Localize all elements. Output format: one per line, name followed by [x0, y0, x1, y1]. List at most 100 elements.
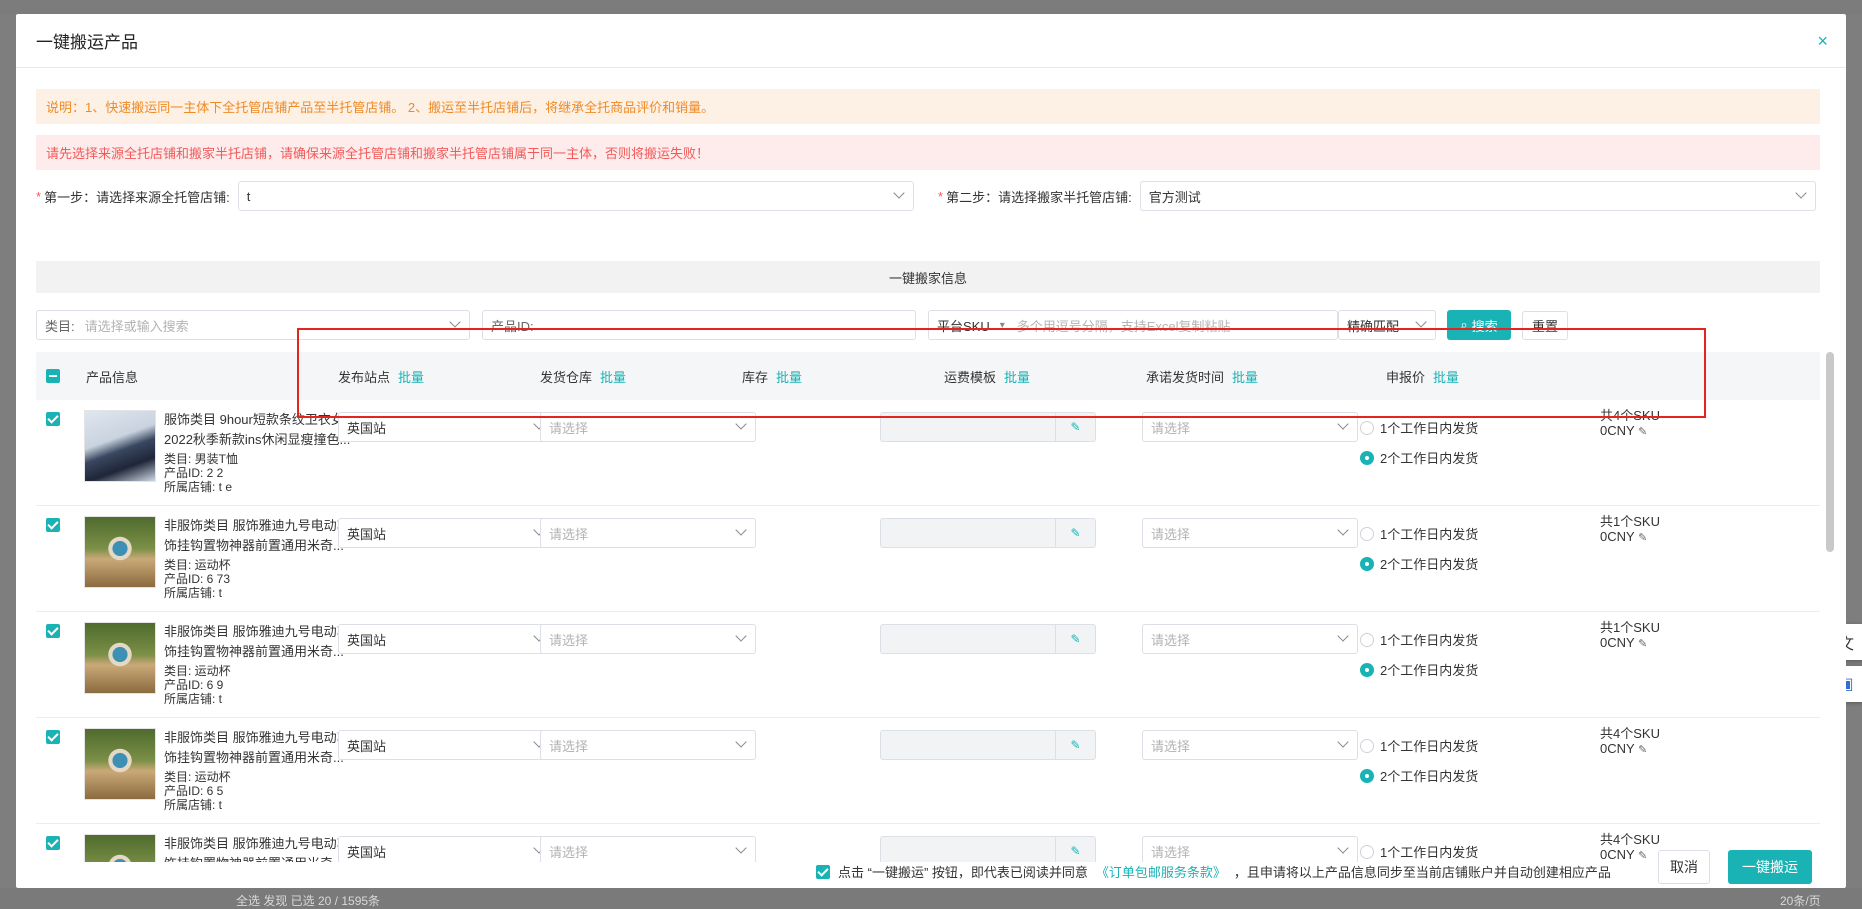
edit-price-icon[interactable]: ✎ — [1638, 850, 1647, 862]
product-name: 非服饰类目 服饰雅迪九号电动车装饰挂钩置物神器前置通用米奇... — [164, 836, 363, 862]
ship-2-day-radio[interactable]: 2个工作日内发货 — [1360, 766, 1478, 785]
declared-price: 共4个SKU 0CNY ✎ — [1600, 726, 1660, 756]
product-name: 非服饰类目 服饰雅迪九号电动车装饰挂钩置物神器前置通用米奇... — [164, 518, 363, 553]
product-thumbnail — [84, 834, 156, 862]
background-pagination-left: 全选 发现 已选 20 / 1595条 — [236, 894, 381, 908]
edit-price-icon[interactable]: ✎ — [1638, 426, 1647, 438]
dialog-header: 一键搬运产品 — [16, 14, 1846, 68]
batch-warehouse-link[interactable]: 批量 — [600, 367, 626, 386]
ship-1-day-radio[interactable]: 1个工作日内发货 — [1360, 736, 1478, 755]
background-pagination-right: 20条/页 — [1780, 894, 1821, 908]
shipping-template-select[interactable]: 请选择 — [1142, 624, 1358, 654]
product-category: 类目: 运动杯 — [164, 558, 231, 572]
source-shop-select[interactable]: t — [237, 181, 914, 211]
product-meta: 类目: 运动杯 产品ID: 6 73 所属店铺: t — [164, 558, 231, 600]
warehouse-select[interactable]: 请选择 — [540, 518, 756, 548]
category-filter[interactable]: 类目: 请选择或输入搜索 — [36, 310, 470, 340]
background-right — [1846, 14, 1862, 888]
product-id: 产品ID: 6 73 — [164, 572, 231, 586]
stock-input[interactable]: ✎ — [880, 624, 1096, 654]
select-all-checkbox[interactable] — [46, 369, 60, 383]
chevron-down-icon — [893, 187, 905, 199]
terms-link[interactable]: 《订单包邮服务条款》 — [1096, 862, 1226, 881]
table-scrollbar[interactable] — [1826, 352, 1834, 552]
site-select[interactable]: 英国站 — [338, 624, 554, 654]
stock-input[interactable]: ✎ — [880, 518, 1096, 548]
shipping-template-select[interactable]: 请选择 — [1142, 412, 1358, 442]
edit-icon[interactable]: ✎ — [1055, 837, 1095, 862]
step2: * 第二步：请选择搬家半托管店铺: 官方测试 — [938, 181, 1816, 211]
sku-search-input[interactable]: 平台SKU ▾ 多个用逗号分隔，支持Excel复制粘贴 — [928, 310, 1338, 340]
close-icon[interactable]: × — [1817, 32, 1828, 50]
stock-input[interactable]: ✎ — [880, 412, 1096, 442]
search-button[interactable]: ⌕ 搜索 — [1447, 310, 1511, 340]
row-checkbox[interactable] — [46, 518, 60, 532]
stock-input[interactable]: ✎ — [880, 836, 1096, 862]
section-title: 一键搬家信息 — [36, 261, 1820, 293]
row-checkbox[interactable] — [46, 836, 60, 850]
edit-icon[interactable]: ✎ — [1055, 413, 1095, 441]
site-select[interactable]: 英国站 — [338, 836, 554, 862]
warehouse-select[interactable]: 请选择 — [540, 412, 756, 442]
edit-icon[interactable]: ✎ — [1055, 519, 1095, 547]
match-mode-select[interactable]: 精确匹配 — [1338, 310, 1436, 340]
row-checkbox[interactable] — [46, 730, 60, 744]
move-button[interactable]: 一键搬运 — [1728, 850, 1812, 884]
batch-ship-time-link[interactable]: 批量 — [1232, 367, 1258, 386]
stock-input[interactable]: ✎ — [880, 730, 1096, 760]
row-checkbox[interactable] — [46, 624, 60, 638]
shipping-template-select[interactable]: 请选择 — [1142, 730, 1358, 760]
agree-checkbox[interactable] — [816, 864, 830, 879]
warehouse-select[interactable]: 请选择 — [540, 624, 756, 654]
ship-2-day-radio[interactable]: 2个工作日内发货 — [1360, 660, 1478, 679]
ship-1-day-radio[interactable]: 1个工作日内发货 — [1360, 418, 1478, 437]
site-select[interactable]: 英国站 — [338, 518, 554, 548]
site-select[interactable]: 英国站 — [338, 412, 554, 442]
declared-price: 共1个SKU 0CNY ✎ — [1600, 620, 1660, 650]
product-shop: 所属店铺: t — [164, 692, 223, 706]
ship-2-day-radio[interactable]: 2个工作日内发货 — [1360, 448, 1478, 467]
declared-price: 共4个SKU 0CNY ✎ — [1600, 832, 1660, 862]
warehouse-select[interactable]: 请选择 — [540, 730, 756, 760]
chevron-down-icon — [735, 418, 747, 430]
ship-1-day-radio[interactable]: 1个工作日内发货 — [1360, 842, 1478, 861]
edit-icon[interactable]: ✎ — [1055, 731, 1095, 759]
warehouse-select[interactable]: 请选择 — [540, 836, 756, 862]
step2-label: 第二步：请选择搬家半托管店铺: — [946, 189, 1132, 205]
ship-1-day-radio[interactable]: 1个工作日内发货 — [1360, 524, 1478, 543]
shipping-template-select[interactable]: 请选择 — [1142, 836, 1358, 862]
chevron-down-icon — [1337, 524, 1349, 536]
declared-price: 共1个SKU 0CNY ✎ — [1600, 514, 1660, 544]
target-shop-select[interactable]: 官方测试 — [1139, 181, 1816, 211]
product-id-input[interactable]: 产品ID: — [482, 310, 916, 340]
batch-site-link[interactable]: 批量 — [398, 367, 424, 386]
edit-icon[interactable]: ✎ — [1055, 625, 1095, 653]
sku-type-select[interactable]: 平台SKU — [937, 316, 990, 335]
product-name: 服饰类目 9hour短款条纹卫衣女2022秋季新款ins休闲显瘦撞色... — [164, 412, 351, 447]
product-meta: 类目: 运动杯 产品ID: 6 5 所属店铺: t — [164, 770, 231, 812]
batch-shipping-link[interactable]: 批量 — [1004, 367, 1030, 386]
product-name: 非服饰类目 服饰雅迪九号电动车装饰挂钩置物神器前置通用米奇... — [164, 730, 363, 765]
edit-price-icon[interactable]: ✎ — [1638, 744, 1647, 756]
reset-button[interactable]: 重置 — [1522, 311, 1568, 340]
product-shop: 所属店铺: t — [164, 586, 223, 600]
row-checkbox[interactable] — [46, 412, 60, 426]
table-header: 产品信息 发布站点 批量 发货仓库 批量 库存 批量 运费模板 批量 承诺发货时间 批量 … — [36, 352, 1820, 400]
ship-1-day-radio[interactable]: 1个工作日内发货 — [1360, 630, 1478, 649]
shipping-template-select[interactable]: 请选择 — [1142, 518, 1358, 548]
batch-stock-link[interactable]: 批量 — [776, 367, 802, 386]
product-meta: 类目: 男装T恤 产品ID: 2 2 所属店铺: t e — [164, 452, 238, 494]
product-name: 非服饰类目 服饰雅迪九号电动车装饰挂钩置物神器前置通用米奇... — [164, 624, 363, 659]
background-left — [0, 14, 16, 888]
chevron-down-icon — [1415, 316, 1427, 328]
ship-2-day-radio[interactable]: 2个工作日内发货 — [1360, 554, 1478, 573]
cancel-button[interactable]: 取消 — [1658, 850, 1710, 884]
background-header — [0, 0, 1862, 14]
move-products-dialog: 一键搬运产品 × 说明：1、快速搬运同一主体下全托管店铺产品至半托管店铺。 2、… — [16, 14, 1846, 888]
edit-price-icon[interactable]: ✎ — [1638, 638, 1647, 650]
site-select[interactable]: 英国站 — [338, 730, 554, 760]
dialog-title: 一键搬运产品 — [36, 33, 138, 52]
table-row: 非服饰类目 服饰雅迪九号电动车装饰挂钩置物神器前置通用米奇... 英国站 请选择… — [36, 824, 1820, 862]
edit-price-icon[interactable]: ✎ — [1638, 532, 1647, 544]
batch-price-link[interactable]: 批量 — [1433, 367, 1459, 386]
